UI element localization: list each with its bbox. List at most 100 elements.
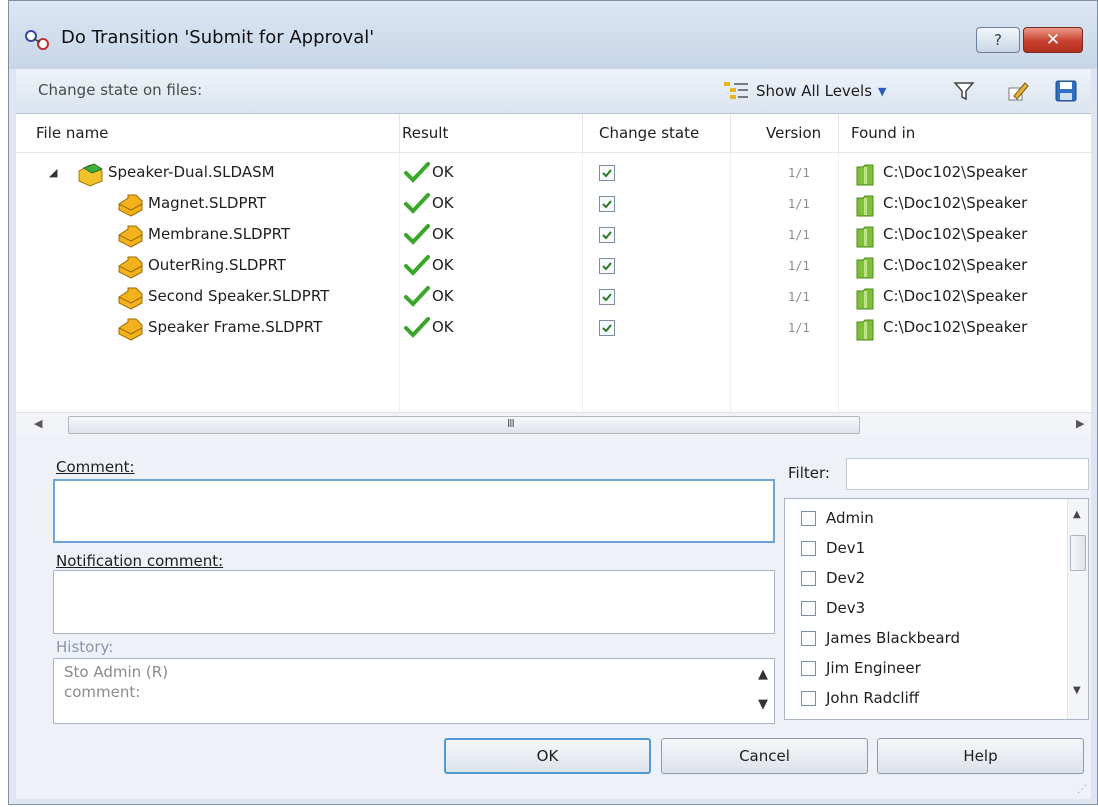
change-state-checkbox[interactable] xyxy=(599,227,615,243)
change-state-checkbox[interactable] xyxy=(599,165,615,181)
user-checkbox[interactable] xyxy=(801,600,816,616)
scroll-left-icon[interactable]: ◀ xyxy=(34,417,42,430)
title-bar[interactable]: Do Transition 'Submit for Approval' ? ✕ xyxy=(9,1,1097,69)
table-row[interactable]: OuterRing.SLDPRT OK 1/1 C:\Doc102\Speake… xyxy=(16,252,1091,283)
col-divider[interactable] xyxy=(582,114,583,152)
result-text: OK xyxy=(432,225,454,243)
file-grid: File name Result Change state Version Fo… xyxy=(16,114,1091,412)
filter-icon[interactable] xyxy=(952,79,976,103)
checkmark-icon xyxy=(404,193,430,214)
user-checkbox[interactable] xyxy=(801,570,816,586)
user-name: Admin xyxy=(826,509,874,527)
checkbox-check-icon xyxy=(602,262,612,271)
checkbox-check-icon xyxy=(602,200,612,209)
version-text: 1/1 xyxy=(788,259,810,273)
cancel-button[interactable]: Cancel xyxy=(661,738,868,774)
ok-button[interactable]: OK xyxy=(444,738,651,774)
col-found-in[interactable]: Found in xyxy=(851,124,915,142)
result-text: OK xyxy=(432,194,454,212)
user-checkbox[interactable] xyxy=(801,540,816,556)
window-title: Do Transition 'Submit for Approval' xyxy=(61,27,375,48)
table-row[interactable]: Speaker Frame.SLDPRT OK 1/1 C:\Doc102\Sp… xyxy=(16,314,1091,345)
table-row[interactable]: ◢ Speaker-Dual.SLDASM OK 1/1 C:\Doc102\S… xyxy=(16,159,1091,190)
list-item[interactable]: John Radcliff xyxy=(801,683,919,713)
scroll-thumb[interactable] xyxy=(1070,535,1086,571)
change-state-checkbox[interactable] xyxy=(599,289,615,305)
scroll-up-icon[interactable]: ▲ xyxy=(1073,509,1081,520)
history-box[interactable]: Sto Admin (R) comment: ▲ ▼ xyxy=(53,658,775,724)
col-divider[interactable] xyxy=(730,114,731,152)
checkmark-icon xyxy=(404,224,430,245)
user-checkbox[interactable] xyxy=(801,630,816,646)
resize-grip-icon[interactable]: ⋰ xyxy=(1077,784,1087,795)
history-line: comment: xyxy=(64,683,141,701)
scroll-thumb[interactable]: III xyxy=(68,416,860,434)
user-name: John Radcliff xyxy=(826,689,920,707)
scroll-down-icon[interactable]: ▼ xyxy=(1073,685,1081,696)
user-name: Dev1 xyxy=(826,539,866,557)
list-item[interactable]: Admin xyxy=(801,503,874,533)
result-cell: OK xyxy=(404,223,454,245)
user-checkbox[interactable] xyxy=(801,690,816,706)
col-file-name[interactable]: File name xyxy=(36,124,108,142)
file-name: Speaker Frame.SLDPRT xyxy=(148,318,323,336)
checkmark-icon xyxy=(404,162,430,183)
list-item[interactable]: James Blackbeard xyxy=(801,623,960,653)
folder-icon xyxy=(856,195,874,217)
help-title-button[interactable]: ? xyxy=(976,27,1020,53)
notification-comment-input[interactable] xyxy=(53,570,775,634)
user-list-scrollbar[interactable]: ▲ ▼ xyxy=(1067,499,1088,719)
result-text: OK xyxy=(432,256,454,274)
close-button[interactable]: ✕ xyxy=(1023,27,1083,53)
help-button[interactable]: Help xyxy=(877,738,1084,774)
horizontal-scrollbar[interactable]: ◀ III ▶ xyxy=(16,412,1091,437)
col-divider[interactable] xyxy=(838,114,839,152)
found-in-path: C:\Doc102\Speaker xyxy=(883,163,1028,181)
table-row[interactable]: Magnet.SLDPRT OK 1/1 C:\Doc102\Speaker xyxy=(16,190,1091,221)
list-item[interactable]: Jim Engineer xyxy=(801,653,921,683)
checkmark-icon xyxy=(404,317,430,338)
edit-pencil-icon[interactable] xyxy=(1006,79,1030,103)
user-list[interactable]: Admin Dev1 Dev2 Dev3 James Blackbeard Ji… xyxy=(784,498,1089,720)
save-icon[interactable] xyxy=(1054,79,1078,103)
list-item[interactable]: Dev2 xyxy=(801,563,865,593)
table-row[interactable]: Second Speaker.SLDPRT OK 1/1 C:\Doc102\S… xyxy=(16,283,1091,314)
history-scroll-up-icon[interactable]: ▲ xyxy=(758,667,768,682)
tree-expander-icon[interactable]: ◢ xyxy=(49,166,57,179)
col-divider[interactable] xyxy=(399,114,400,152)
file-name: Speaker-Dual.SLDASM xyxy=(108,163,275,181)
folder-icon xyxy=(856,257,874,279)
change-state-checkbox[interactable] xyxy=(599,196,615,212)
checkbox-check-icon xyxy=(602,169,612,178)
history-scroll-down-icon[interactable]: ▼ xyxy=(758,697,768,712)
part-icon xyxy=(118,318,143,341)
table-row[interactable]: Membrane.SLDPRT OK 1/1 C:\Doc102\Speaker xyxy=(16,221,1091,252)
found-in-path: C:\Doc102\Speaker xyxy=(883,318,1028,336)
user-checkbox[interactable] xyxy=(801,660,816,676)
list-item[interactable]: Dev1 xyxy=(801,533,865,563)
filter-input[interactable] xyxy=(846,458,1089,490)
checkbox-check-icon xyxy=(602,324,612,333)
scroll-right-icon[interactable]: ▶ xyxy=(1076,417,1084,430)
user-checkbox[interactable] xyxy=(801,510,816,526)
scroll-grip: III xyxy=(507,417,515,430)
col-change-state[interactable]: Change state xyxy=(599,124,699,142)
change-state-checkbox[interactable] xyxy=(599,258,615,274)
change-state-checkbox[interactable] xyxy=(599,320,615,336)
folder-icon xyxy=(856,319,874,341)
col-result[interactable]: Result xyxy=(402,124,448,142)
list-item[interactable]: Dev3 xyxy=(801,593,865,623)
version-text: 1/1 xyxy=(788,166,810,180)
show-all-levels-button[interactable]: Show All Levels ▼ xyxy=(722,77,886,105)
comment-input[interactable] xyxy=(53,479,775,543)
file-name: Second Speaker.SLDPRT xyxy=(148,287,330,305)
toolbar-label: Change state on files: xyxy=(38,81,203,99)
col-version[interactable]: Version xyxy=(766,124,821,142)
found-in-path: C:\Doc102\Speaker xyxy=(883,287,1028,305)
part-icon xyxy=(118,256,143,279)
result-text: OK xyxy=(432,163,454,181)
checkmark-icon xyxy=(404,286,430,307)
notification-comment-label: Notification comment: xyxy=(56,552,224,570)
result-cell: OK xyxy=(404,285,454,307)
user-name: Dev3 xyxy=(826,599,866,617)
